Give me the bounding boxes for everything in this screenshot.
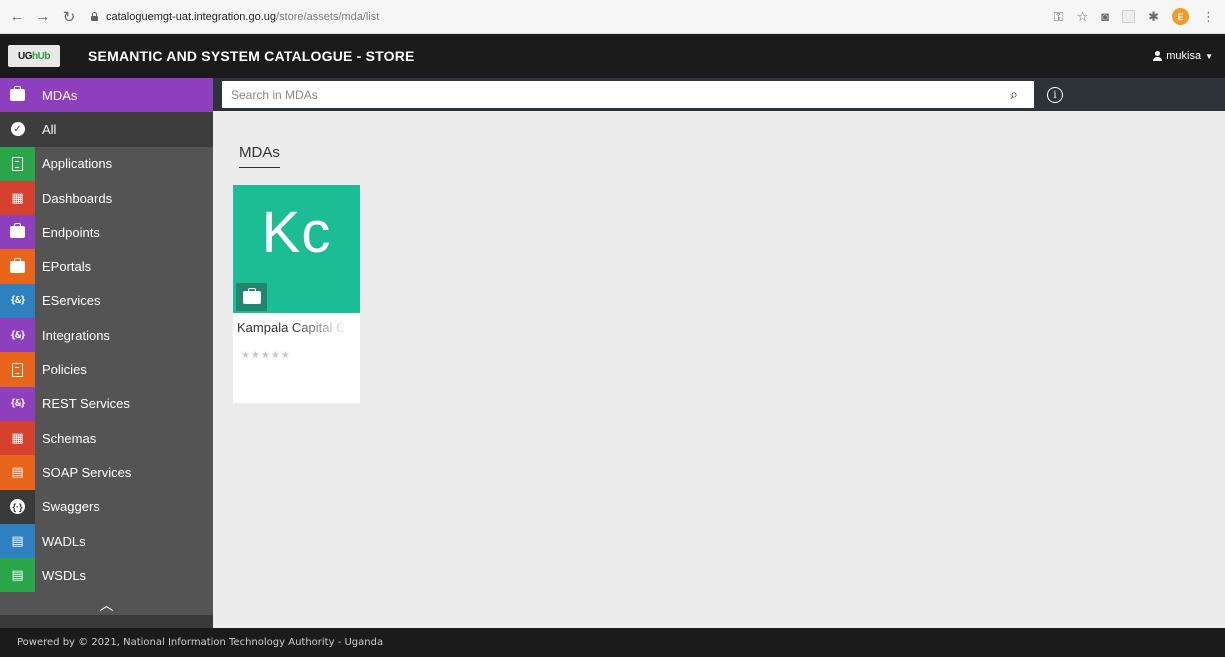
sidebar-item-soap-services[interactable]: ▤ SOAP Services — [0, 455, 213, 490]
search-icon[interactable]: ⌕ — [1004, 86, 1024, 103]
sidebar-item-wadls[interactable]: ▤ WADLs — [0, 523, 213, 559]
sidebar-item-integrations[interactable]: {&} Integrations — [0, 318, 213, 353]
braces-icon: {&} — [0, 283, 35, 319]
document-icon — [0, 352, 35, 387]
user-menu[interactable]: mukisa ▼ — [1153, 50, 1213, 62]
braces-icon: {&} — [0, 386, 35, 421]
sidebar-item-mdas[interactable]: MDAs — [0, 78, 213, 113]
address-bar[interactable]: cataloguemgt-uat.integration.go.ug/store… — [90, 5, 379, 29]
dashboard-icon: ▦ — [0, 420, 35, 456]
check-circle-icon: ✓ — [0, 112, 35, 147]
profile-avatar[interactable]: E — [1172, 8, 1189, 25]
dashboard-icon: ▦ — [0, 180, 35, 216]
briefcase-icon — [0, 78, 35, 113]
url-path: /store/assets/mda/list — [276, 10, 380, 23]
sidebar-item-applications[interactable]: Applications — [0, 146, 213, 181]
key-icon[interactable]: ⚿ — [1054, 9, 1064, 25]
search-input[interactable] — [222, 81, 1034, 108]
asset-thumbnail[interactable]: Kc — [233, 185, 360, 313]
kebab-menu-icon[interactable]: ⋮ — [1202, 9, 1215, 25]
star-icon[interactable]: ☆ — [1077, 9, 1089, 25]
footer: Powered by © 2021, National Information … — [0, 628, 1225, 657]
extension-icon[interactable] — [1122, 10, 1136, 23]
file-code-icon: ▤ — [0, 523, 35, 559]
braces-icon: {&} — [0, 318, 35, 353]
puzzle-icon[interactable]: ✱ — [1148, 9, 1159, 25]
reload-icon[interactable]: ↻ — [58, 6, 80, 28]
caret-down-icon: ▼ — [1205, 51, 1213, 61]
sidebar-item-policies[interactable]: Policies — [0, 352, 213, 387]
app-header: UG hUb SEMANTIC AND SYSTEM CATALOGUE - ST… — [0, 34, 1225, 78]
sidebar-item-endpoints[interactable]: Endpoints — [0, 215, 213, 250]
back-arrow-icon[interactable]: ← — [6, 6, 28, 28]
collapse-sidebar-button[interactable]: ︿ — [0, 592, 213, 617]
lock-icon — [90, 12, 99, 21]
rating-stars: ★★★★★ — [241, 350, 291, 361]
sidebar-item-rest-services[interactable]: {&} REST Services — [0, 386, 213, 421]
briefcase-icon — [236, 283, 267, 311]
sidebar-item-dashboards[interactable]: ▦ Dashboards — [0, 180, 213, 216]
file-code-icon: ▤ — [0, 455, 35, 490]
sidebar-item-schemas[interactable]: ▦ Schemas — [0, 420, 213, 456]
app-title: SEMANTIC AND SYSTEM CATALOGUE - STORE — [88, 48, 415, 64]
document-icon — [0, 146, 35, 181]
file-code-icon: ▤ — [0, 558, 35, 593]
forward-arrow-icon[interactable]: → — [32, 6, 54, 28]
sidebar-bottom-strip — [0, 615, 213, 628]
info-icon[interactable]: i — [1047, 87, 1063, 103]
name-fade-overlay — [293, 318, 360, 338]
sidebar: MDAs ✓ All Applications ▦ Dashboards End… — [0, 78, 213, 628]
swagger-icon: {·} — [0, 489, 35, 524]
sidebar-item-all[interactable]: ✓ All — [0, 112, 213, 147]
sidebar-item-swaggers[interactable]: {·} Swaggers — [0, 489, 213, 524]
browser-toolbar: ← → ↻ cataloguemgt-uat.integration.go.ug… — [0, 0, 1225, 34]
main-content: MDAs Kc Kampala Capital C ★★★★★ — [213, 111, 1225, 628]
ughub-logo[interactable]: UG hUb — [8, 45, 60, 67]
sidebar-item-wsdls[interactable]: ▤ WSDLs — [0, 558, 213, 593]
chevron-up-icon: ︿ — [99, 596, 114, 613]
user-icon — [1153, 51, 1163, 61]
sidebar-item-eportals[interactable]: EPortals — [0, 249, 213, 284]
section-title: MDAs — [239, 144, 280, 168]
camera-icon[interactable]: ◙ — [1101, 9, 1109, 24]
briefcase-icon — [0, 215, 35, 250]
url-host: cataloguemgt-uat.integration.go.ug — [106, 10, 277, 23]
search-bar: ⌕ i — [213, 78, 1225, 111]
sidebar-item-eservices[interactable]: {&} EServices — [0, 283, 213, 319]
asset-initials: Kc — [261, 200, 332, 265]
briefcase-icon — [0, 249, 35, 284]
username: mukisa — [1166, 50, 1202, 62]
asset-card[interactable]: Kc Kampala Capital C ★★★★★ — [233, 185, 360, 403]
